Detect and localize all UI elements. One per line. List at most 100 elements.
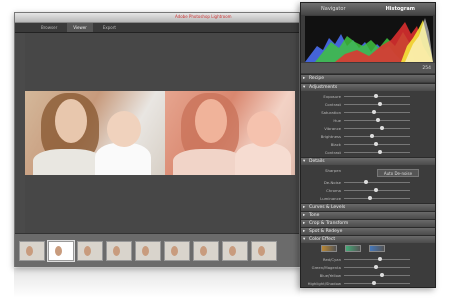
filmstrip-thumbnail[interactable] [135,240,161,261]
filmstrip-thumbnail[interactable] [222,240,248,261]
image-viewer[interactable] [25,33,297,233]
slider-knob[interactable] [374,93,378,98]
color-preset-button[interactable] [345,245,361,252]
slider-row: Vibrance [301,124,435,132]
slider-row: Contrast [301,148,435,156]
slider-row: Chroma [301,186,435,194]
slider-knob[interactable] [378,101,382,106]
tab-navigator[interactable]: Navigator [321,6,345,12]
section-label: Crop & Transform [309,221,349,226]
filmstrip-thumbnail[interactable] [251,240,277,261]
slider-knob[interactable] [374,187,378,192]
slider-knob[interactable] [378,149,382,154]
section-label: Adjustments [309,85,338,90]
slider-label: Sharpen [325,167,341,173]
slider-knob[interactable] [368,195,372,200]
section-label: Color Effect [309,237,336,242]
adjustment-slider[interactable] [344,117,410,122]
adjustment-slider[interactable] [344,93,410,98]
auto-denoise-button[interactable]: Auto De-noise [377,169,419,177]
filmstrip-thumbnail[interactable] [19,240,45,261]
slider-knob[interactable] [376,117,380,122]
section-label: Curves & Levels [309,205,346,210]
tab-viewer[interactable]: Viewer [67,23,93,32]
histogram-graph [305,18,433,62]
slider-label: Red/Cyan [322,256,341,262]
adjustment-slider[interactable] [344,149,410,154]
slider-knob[interactable] [380,272,384,277]
section-color-effect[interactable]: ▾ Color Effect [301,235,435,243]
filmstrip-thumbnail[interactable] [77,240,103,261]
section-curves[interactable]: ▸ Curves & Levels [301,203,435,211]
section-crop[interactable]: ▸ Crop & Transform [301,219,435,227]
inspector-panel: Navigator Histogram 254 ▸ Recipe ▾ Adjus… [300,2,436,288]
slider-knob[interactable] [364,179,368,184]
slider-row: Highlight/Shadow [301,279,435,287]
detail-slider[interactable] [344,179,410,184]
histogram [305,16,433,62]
color-preset-button[interactable] [369,245,385,252]
tab-export[interactable]: Export [97,23,122,32]
disclosure-arrow-icon[interactable]: ▸ [303,76,305,82]
slider-knob[interactable] [380,125,384,130]
mode-tabs: Browser Viewer Export [15,23,299,33]
slider-label: Saturation [321,109,341,115]
color-slider[interactable] [344,272,410,277]
photo-shape [107,111,141,147]
tab-browser[interactable]: Browser [35,23,63,32]
adjustment-slider[interactable] [344,101,410,106]
slider-label: Contrast [324,101,341,107]
section-label: Details [309,159,325,164]
adjustment-slider[interactable] [344,133,410,138]
slider-knob[interactable] [378,256,382,261]
slider-row: Brightness [301,132,435,140]
edited-photo[interactable] [165,91,295,175]
disclosure-arrow-icon[interactable]: ▾ [303,159,305,165]
histogram-toolbar: 254 [301,63,435,73]
color-slider[interactable] [344,256,410,261]
panel-tabs: Navigator Histogram [301,3,435,15]
adjustment-slider[interactable] [344,109,410,114]
slider-knob[interactable] [372,109,376,114]
disclosure-arrow-icon[interactable]: ▾ [303,237,305,243]
slider-row: Hue [301,116,435,124]
section-adjustments[interactable]: ▾ Adjustments [301,83,435,91]
disclosure-arrow-icon[interactable]: ▾ [303,85,305,91]
adjustment-slider[interactable] [344,141,410,146]
slider-label: Exposure [323,93,341,99]
slider-row: Sharpen [301,166,371,174]
filmstrip-thumbnail[interactable] [193,240,219,261]
color-preset-button[interactable] [321,245,337,252]
slider-knob[interactable] [374,264,378,269]
tab-histogram[interactable]: Histogram [386,6,415,12]
section-label: Recipe [309,76,325,81]
slider-knob[interactable] [370,133,374,138]
section-spot[interactable]: ▸ Spot & Redeye [301,227,435,235]
window-titlebar[interactable]: Adobe Photoshop Lightroom [15,13,299,23]
filmstrip[interactable] [15,233,299,267]
adjustment-slider[interactable] [344,125,410,130]
filmstrip-thumbnail-selected[interactable] [47,239,75,262]
section-recipe[interactable]: ▸ Recipe [301,74,435,82]
slider-row: De-Noise [301,178,435,186]
slider-row: Luminance [301,194,435,202]
slider-knob[interactable] [372,280,376,285]
slider-label: Chroma [326,187,341,193]
histogram-readout: 254 [422,65,431,71]
detail-slider[interactable] [344,187,410,192]
slider-knob[interactable] [374,141,378,146]
detail-slider[interactable] [344,195,410,200]
color-slider[interactable] [344,280,410,285]
slider-label: Blue/Yellow [319,272,341,278]
original-photo[interactable] [25,91,165,175]
section-details[interactable]: ▾ Details [301,157,435,165]
slider-label: Hue [333,117,341,123]
section-label: Spot & Redeye [309,229,343,234]
filmstrip-thumbnail[interactable] [164,240,190,261]
slider-label: Highlight/Shadow [307,280,341,286]
slider-label: Luminance [320,195,341,201]
color-slider[interactable] [344,264,410,269]
slider-row: Saturation [301,108,435,116]
section-tone[interactable]: ▸ Tone [301,211,435,219]
filmstrip-thumbnail[interactable] [106,240,132,261]
